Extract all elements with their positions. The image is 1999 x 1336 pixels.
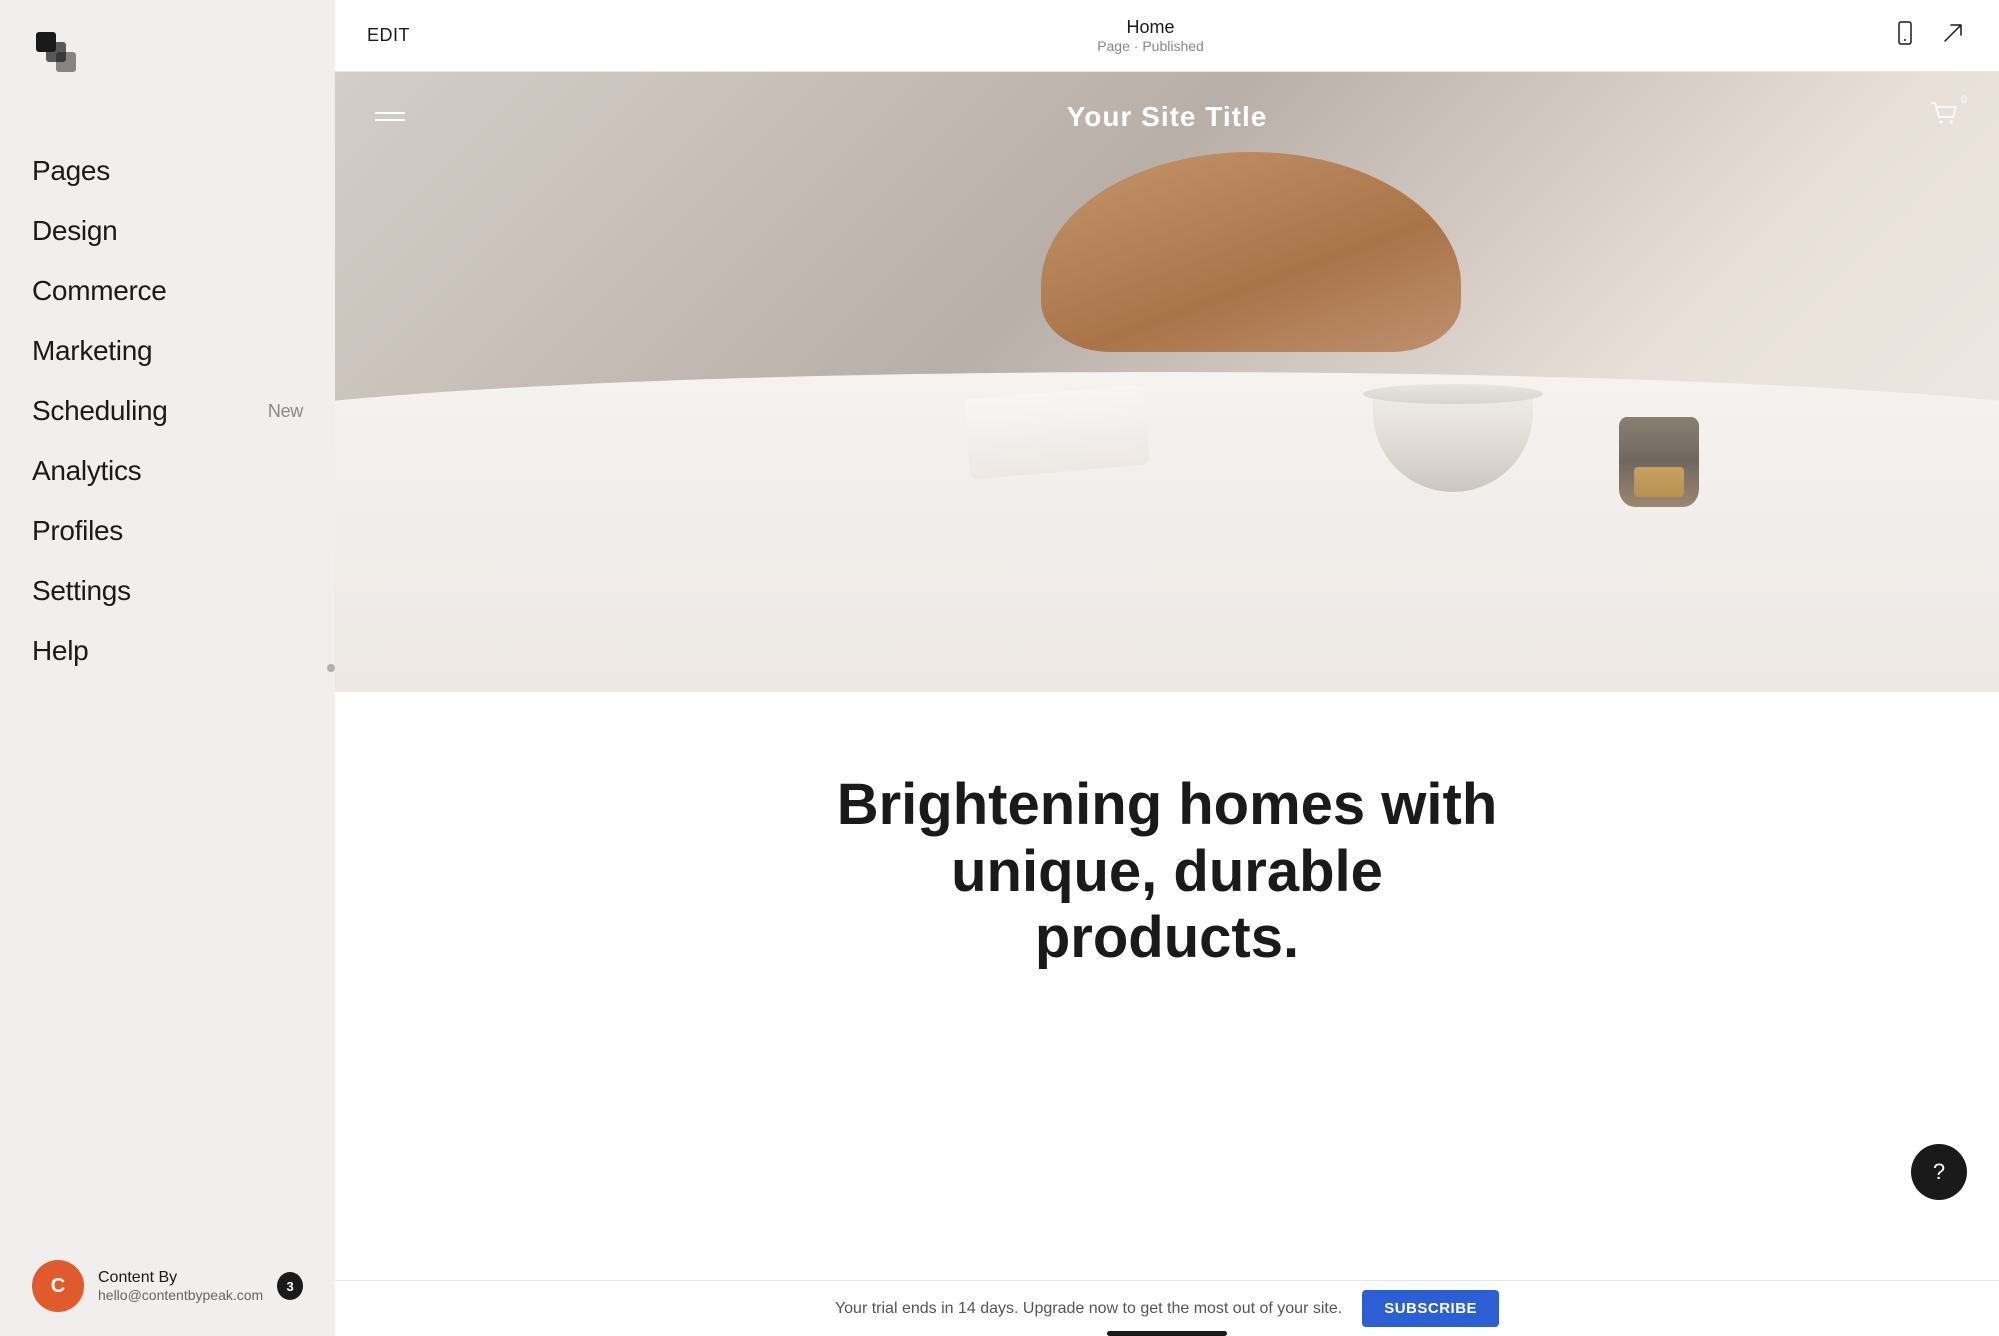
edit-button[interactable]: EDIT [367,25,410,46]
user-info: Content By hello@contentbypeak.com [98,1269,263,1303]
scene-container [335,72,1999,692]
user-email: hello@contentbypeak.com [98,1287,263,1303]
sidebar-item-profiles[interactable]: Profiles [32,501,303,561]
content-section: Brightening homes with unique, durable p… [335,692,1999,1032]
avatar[interactable]: C [32,1260,84,1312]
towel [964,384,1150,479]
user-name: Content By [98,1269,263,1287]
page-info: Home Page · Published [1097,17,1204,54]
hamburger-line-1 [375,112,405,114]
bottom-bar: Your trial ends in 14 days. Upgrade now … [335,1280,1999,1336]
site-nav-overlay: Your Site Title 0 [335,72,1999,161]
page-name: Home [1097,17,1204,38]
sidebar-item-scheduling[interactable]: Scheduling New [32,381,303,441]
hamburger-line-2 [375,119,405,121]
cart-badge: 0 [1961,94,1967,106]
squarespace-logo-icon [32,28,80,76]
sidebar-item-analytics[interactable]: Analytics [32,441,303,501]
mobile-view-icon[interactable] [1891,19,1919,52]
hero-section: Your Site Title 0 [335,72,1999,692]
chair-back [1041,152,1461,352]
sidebar-item-help[interactable]: Help [32,621,303,681]
cup [1619,417,1699,507]
trial-message: Your trial ends in 14 days. Upgrade now … [835,1300,1342,1318]
subscribe-button[interactable]: SUBSCRIBE [1362,1290,1499,1327]
preview-area: Your Site Title 0 [335,72,1999,1280]
help-button[interactable]: ? [1911,1144,1967,1200]
sidebar-footer: C Content By hello@contentbypeak.com 3 [0,1236,335,1336]
table-surface [335,372,1999,692]
header-actions [1891,19,1967,52]
open-external-icon[interactable] [1939,19,1967,52]
sidebar-item-marketing[interactable]: Marketing [32,321,303,381]
logo-area [0,0,335,141]
cart-icon[interactable]: 0 [1929,100,1959,133]
resize-handle[interactable] [327,648,335,688]
notification-badge[interactable]: 3 [277,1272,303,1300]
site-title: Your Site Title [1067,101,1268,133]
scheduling-badge: New [268,401,303,422]
main-content: EDIT Home Page · Published [335,0,1999,1336]
sidebar-navigation: Pages Design Commerce Marketing Scheduli… [0,141,335,1236]
sidebar-item-commerce[interactable]: Commerce [32,261,303,321]
sidebar-item-settings[interactable]: Settings [32,561,303,621]
drag-indicator [327,664,335,672]
site-preview: Your Site Title 0 [335,72,1999,1280]
hero-headline: Brightening homes with unique, durable p… [817,772,1517,972]
preview-header: EDIT Home Page · Published [335,0,1999,72]
page-status: Page · Published [1097,38,1204,54]
sidebar: Pages Design Commerce Marketing Scheduli… [0,0,335,1336]
sidebar-item-pages[interactable]: Pages [32,141,303,201]
hero-background: Your Site Title 0 [335,72,1999,692]
sidebar-item-design[interactable]: Design [32,201,303,261]
scrollbar-indicator [1107,1331,1227,1336]
hamburger-icon[interactable] [375,112,405,121]
